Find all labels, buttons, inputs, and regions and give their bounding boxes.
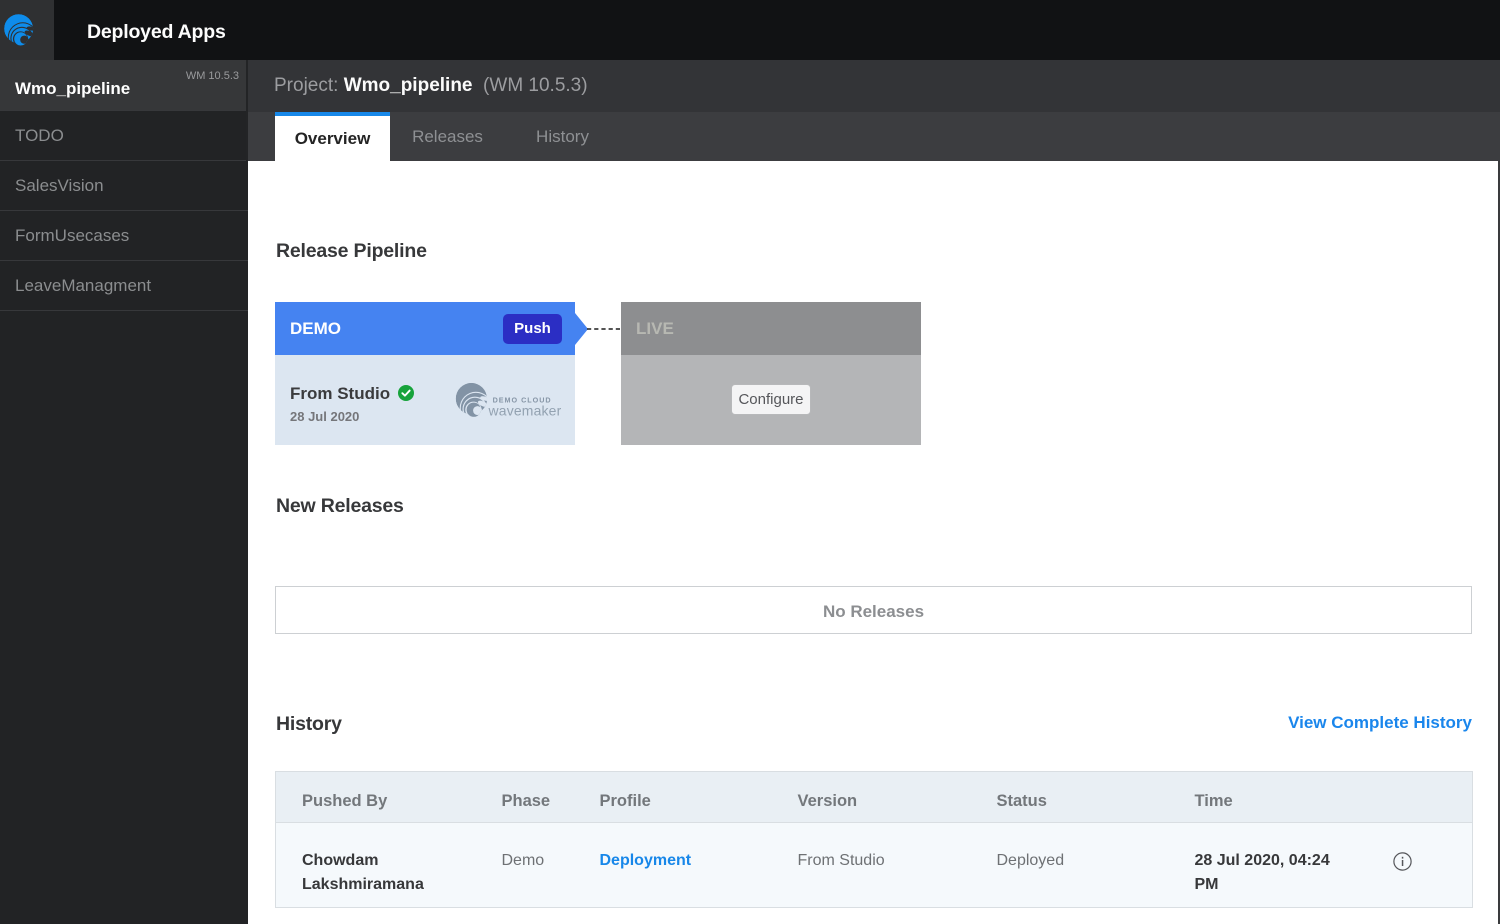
svg-text:wavemaker: wavemaker	[488, 403, 561, 419]
